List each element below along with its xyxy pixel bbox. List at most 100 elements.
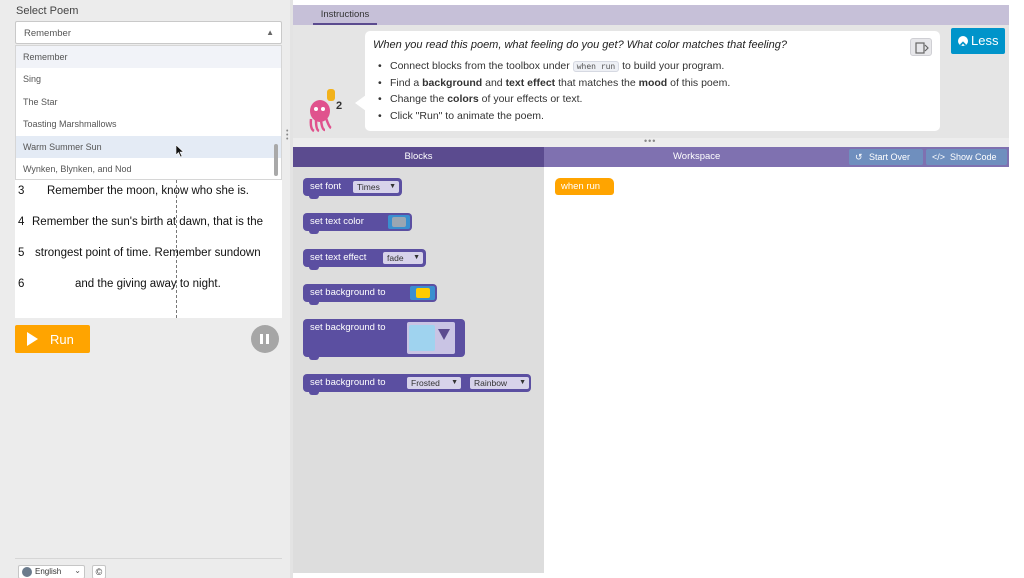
poem-select-value: Remember: [24, 28, 71, 39]
instruction-step: Find a background and text effect that m…: [378, 75, 731, 92]
less-label: Less: [971, 33, 999, 48]
pause-button[interactable]: [251, 325, 279, 353]
line-text: Remember the sun's birth at dawn, that i…: [32, 216, 264, 228]
block-label: set text color: [310, 216, 364, 227]
effect-dropdown-value: fade: [387, 253, 404, 263]
center-guide-line: [176, 180, 177, 318]
chevron-down-icon: ⌄: [74, 566, 81, 575]
dropdown-arrow-icon: ▼: [519, 379, 526, 386]
instructions-header: Instructions: [293, 5, 1009, 25]
inline-code: when run: [572, 61, 620, 72]
effect-dropdown[interactable]: fade ▼: [383, 252, 423, 264]
when-run-block[interactable]: when run: [555, 178, 614, 195]
instruction-step: Change the colors of your effects or tex…: [378, 91, 730, 108]
poem-display: 3 Remember the moon, know who she is. 4 …: [15, 180, 282, 318]
step-text: and: [482, 76, 506, 89]
caret-up-icon: ▲: [266, 28, 274, 37]
poem-dropdown-list: Remember Sing The Star Toasting Marshmal…: [15, 45, 282, 180]
font-dropdown[interactable]: Times ▼: [353, 181, 399, 193]
line-text: Remember the moon, know who she is.: [47, 185, 249, 197]
step-text: of this poem.: [667, 76, 731, 89]
immersive-reader-icon[interactable]: [910, 38, 932, 56]
instruction-steps: Connect blocks from the toolbox under wh…: [378, 58, 731, 124]
block-set-text-color[interactable]: set text color: [303, 213, 412, 234]
emphasis-text: mood: [638, 76, 668, 89]
dropdown-arrow-icon: ▼: [389, 183, 396, 190]
dropdown-option-sing[interactable]: Sing: [16, 68, 281, 90]
step-text: Connect blocks from the toolbox under: [390, 60, 573, 72]
block-label: set background to: [310, 322, 386, 333]
workspace-title: Workspace: [673, 151, 721, 162]
dropdown-option-warm-summer-sun[interactable]: Warm Summer Sun: [16, 135, 281, 158]
show-code-button[interactable]: </> Show Code: [926, 149, 1007, 165]
background-dropdown-value: Rainbow: [474, 378, 508, 388]
step-text: Click "Run" to animate the poem.: [390, 109, 544, 122]
undo-icon: ↺: [855, 152, 863, 162]
pause-icon: [266, 334, 269, 344]
dropdown-scrollbar[interactable]: [274, 144, 278, 176]
line-number: 4: [18, 216, 25, 228]
poem-line: 3 Remember the moon, know who she is.: [15, 185, 282, 205]
block-label: set text effect: [310, 252, 367, 263]
poem-line: 5 strongest point of time. Remember sund…: [15, 247, 282, 267]
language-label: English: [35, 567, 62, 576]
mouse-cursor-icon: [176, 145, 184, 157]
dropdown-arrow-icon: ▼: [413, 254, 420, 261]
splitter-handle-icon: •••: [644, 136, 657, 146]
chevron-up-circle-icon: [958, 36, 968, 46]
background-image-dropdown[interactable]: [407, 322, 455, 354]
block-set-background-gradient[interactable]: set background to Frosted ▼ Rainbow ▼: [303, 374, 531, 395]
step-text: of your effects or text.: [478, 93, 583, 105]
start-over-label: Start Over: [869, 152, 911, 162]
dropdown-option-the-star[interactable]: The Star: [16, 91, 281, 113]
dropdown-arrow-icon: ▼: [451, 379, 458, 386]
dropdown-arrow-icon: [438, 329, 450, 340]
mascot-character-icon: 2: [309, 89, 342, 133]
background-dropdown-value: Frosted: [411, 378, 440, 388]
poem-line: 6 and the giving away to night.: [15, 278, 282, 298]
color-swatch: [416, 288, 430, 298]
emphasis-text: colors: [447, 93, 479, 105]
pause-icon: [260, 334, 263, 344]
block-set-background-image[interactable]: set background to: [303, 319, 465, 360]
text-color-input[interactable]: [388, 215, 410, 229]
horizontal-splitter[interactable]: •••: [293, 136, 1009, 147]
blocks-toolbox: set font Times ▼ set text color set text…: [293, 167, 544, 573]
line-number: 3: [18, 185, 25, 197]
less-button[interactable]: Less: [951, 28, 1005, 54]
line-text: and the giving away to night.: [75, 278, 221, 290]
language-select[interactable]: English ⌄: [18, 565, 85, 578]
block-label: set font: [310, 181, 342, 192]
run-label: Run: [50, 332, 74, 347]
emphasis-text: background: [422, 76, 483, 89]
tab-instructions[interactable]: Instructions: [313, 5, 377, 25]
copyright-icon[interactable]: ©: [92, 565, 106, 578]
background-dropdown-1[interactable]: Frosted ▼: [407, 377, 461, 389]
block-set-text-effect[interactable]: set text effect fade ▼: [303, 249, 426, 270]
blocks-header: Blocks: [293, 147, 544, 167]
background-dropdown-2[interactable]: Rainbow ▼: [470, 377, 529, 389]
color-swatch: [392, 217, 406, 227]
play-icon: [27, 332, 38, 346]
block-set-background-color[interactable]: set background to: [303, 284, 437, 305]
font-dropdown-value: Times: [357, 182, 380, 192]
svg-text:2: 2: [336, 100, 342, 112]
vertical-splitter-handle-icon[interactable]: • • •: [286, 128, 288, 143]
step-text: to build your program.: [619, 60, 725, 72]
dropdown-option-toasting-marshmallows[interactable]: Toasting Marshmallows: [16, 113, 281, 135]
run-button[interactable]: Run: [15, 325, 90, 353]
line-number: 5: [18, 247, 25, 259]
globe-icon: [22, 567, 32, 577]
dropdown-option-remember[interactable]: Remember: [16, 46, 281, 69]
start-over-button[interactable]: ↺ Start Over: [849, 149, 923, 165]
block-label: set background to: [310, 377, 386, 388]
workspace-canvas[interactable]: when run: [544, 167, 1009, 573]
block-set-font[interactable]: set font Times ▼: [303, 178, 402, 199]
dropdown-option-wynken-blynken-nod[interactable]: Wynken, Blynken, and Nod: [16, 158, 281, 179]
poem-select[interactable]: Remember ▲: [15, 21, 282, 44]
background-color-input[interactable]: [410, 286, 435, 300]
instruction-bubble: When you read this poem, what feeling do…: [365, 31, 940, 131]
step-text: Find a: [390, 76, 423, 89]
poem-line: 4 Remember the sun's birth at dawn, that…: [15, 216, 282, 236]
block-label: set background to: [310, 287, 386, 298]
